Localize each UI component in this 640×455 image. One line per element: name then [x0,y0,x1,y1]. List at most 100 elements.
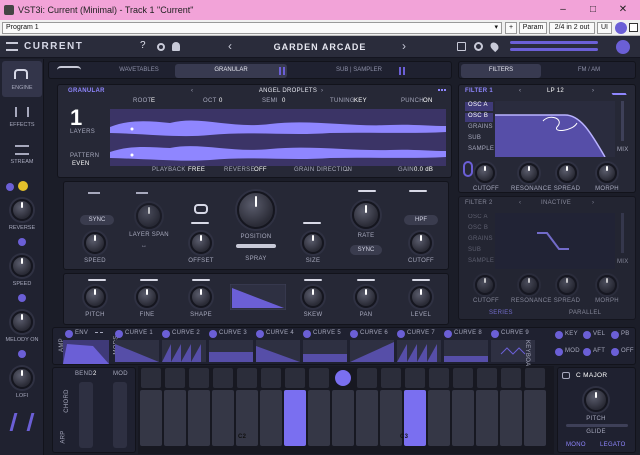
help-icon[interactable]: ? [140,40,146,51]
off-toggle[interactable] [611,348,619,356]
settings-icon[interactable] [157,43,165,51]
filter2-response-display[interactable] [495,213,615,269]
source-osc-b[interactable]: OSC B [468,113,488,119]
curve-2-label[interactable]: CURVE 2 [172,330,200,336]
filter1-type[interactable]: LP 12 [547,88,564,94]
pitch-knob[interactable] [84,286,106,308]
env-label[interactable]: ENV [75,330,88,336]
oct-value[interactable]: 0 [219,98,223,104]
white-key[interactable] [428,390,450,446]
aft-toggle[interactable] [583,348,591,356]
curve-3-label[interactable]: CURVE 3 [219,330,247,336]
curve-displays[interactable] [115,340,535,362]
arp-label[interactable]: ARP [61,430,67,443]
filter2-morph-knob[interactable] [597,275,617,295]
white-key[interactable] [332,390,354,446]
black-key[interactable] [405,368,425,388]
aft-source[interactable]: AFT [593,348,605,354]
white-key[interactable] [356,390,378,446]
checkbox[interactable] [629,23,638,32]
source-osc-a[interactable]: OSC A [468,214,488,220]
tab-filters[interactable]: FILTERS [461,63,541,77]
black-key[interactable] [525,368,545,388]
filter2-resonance-knob[interactable] [519,275,539,295]
skew-knob[interactable] [302,286,324,308]
offset-knob[interactable] [190,232,212,254]
black-key[interactable] [357,368,377,388]
curve-8-label[interactable]: CURVE 8 [454,330,482,336]
gain-value[interactable]: 0.0 dB [414,167,433,173]
sync-toggle[interactable]: SYNC [80,215,114,225]
mod-wheel[interactable] [113,382,127,448]
black-key[interactable] [429,368,449,388]
curve-toggle[interactable] [397,330,405,338]
white-key[interactable] [524,390,546,446]
pan-knob[interactable] [355,286,377,308]
black-key[interactable] [381,368,401,388]
white-key[interactable] [140,390,162,446]
smiley-icon[interactable] [18,181,28,191]
source-sample[interactable]: SAMPLE [468,146,494,152]
prev-sample-button[interactable]: ‹ [191,88,193,94]
curve-toggle[interactable] [256,330,264,338]
env-display[interactable] [63,340,109,364]
black-key[interactable] [477,368,497,388]
filter2-spread-knob[interactable] [557,275,577,295]
maximize-button[interactable]: □ [578,0,608,20]
ui-button[interactable]: UI [597,22,612,34]
layer-span-knob[interactable] [136,203,162,229]
curve-toggle[interactable] [162,330,170,338]
playback-value[interactable]: FREE [188,167,205,173]
program-select[interactable]: Program 1 ▾ [2,22,502,34]
link-icon[interactable] [18,350,26,358]
drag-icon[interactable] [95,332,103,338]
filter2-next-button[interactable]: › [592,200,594,206]
hpf-cutoff-knob[interactable] [410,232,432,254]
master-knob[interactable] [616,40,630,54]
stream-label[interactable]: STREAM [2,159,42,165]
filter1-spread-knob[interactable] [557,163,577,183]
pause-icon[interactable] [279,67,285,75]
grain-shape-display[interactable] [230,284,286,310]
key-source[interactable]: KEY [565,331,578,337]
filter1-response-display[interactable] [495,101,615,157]
black-key[interactable] [335,370,351,386]
filter1-prev-button[interactable]: ‹ [519,88,521,94]
series-toggle[interactable]: SERIES [489,310,513,316]
mix-slider[interactable] [621,213,624,253]
black-key[interactable] [309,368,329,388]
shape-knob[interactable] [190,286,212,308]
curve-7-label[interactable]: CURVE 7 [407,330,435,336]
black-key[interactable] [261,368,281,388]
rate-sync-toggle[interactable]: SYNC [350,245,382,255]
source-osc-a[interactable]: OSC A [468,102,488,108]
grain-direction-value[interactable]: → [344,167,350,173]
source-sub[interactable]: SUB [468,247,481,253]
param-button[interactable]: Param [519,22,547,34]
reverse-knob[interactable] [11,199,33,221]
filter2-cutoff-knob[interactable] [475,275,495,295]
melody-knob[interactable] [11,311,33,333]
filter1-next-button[interactable]: › [592,88,594,94]
filter2-type[interactable]: INACTIVE [541,200,571,206]
stream-icon[interactable] [15,145,29,155]
env-toggle[interactable] [65,330,73,338]
curve-toggle[interactable] [491,330,499,338]
source-osc-b[interactable]: OSC B [468,225,488,231]
mix-slider[interactable] [621,101,624,141]
bell-icon[interactable] [172,42,180,51]
filter1-cutoff-knob[interactable] [475,163,495,183]
lofi-knob[interactable] [11,367,33,389]
glide-slider[interactable] [566,424,628,427]
close-button[interactable]: ✕ [608,0,638,20]
power-icon[interactable] [615,22,627,34]
save-icon[interactable] [457,42,466,51]
lock-icon[interactable] [562,372,570,379]
black-key[interactable] [285,368,305,388]
dice-icon[interactable] [438,89,446,95]
black-key[interactable] [453,368,473,388]
level-knob[interactable] [410,286,432,308]
key-toggle[interactable] [555,331,563,339]
source-grains[interactable]: GRAINS [468,236,493,242]
waveform-display[interactable] [110,109,446,166]
